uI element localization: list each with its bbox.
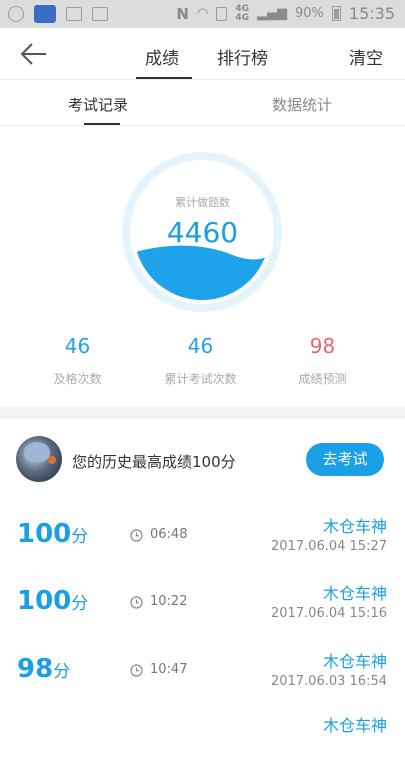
stat-score-prediction: 98 成绩预测	[255, 334, 390, 387]
app-header: 成绩 排行榜 清空	[0, 28, 405, 80]
wifi-icon: ◠	[196, 6, 209, 21]
record-duration: 10:22	[150, 594, 188, 609]
status-icons-right: N ◠ 4G 4G ▂▄▆ 90% 15:35	[176, 4, 395, 23]
sim-icon	[216, 6, 228, 21]
clock-time: 15:35	[348, 4, 395, 23]
active-tab-indicator	[136, 77, 192, 79]
clock-icon	[130, 529, 143, 542]
record-date: 2017.06.04 15:27	[270, 539, 387, 554]
exam-record-row[interactable]: 100分 10:22 木仓车神 2017.06.04 15:16	[0, 580, 405, 646]
record-duration: 10:47	[150, 662, 188, 677]
stat-label: 成绩预测	[298, 372, 347, 386]
active-subtab-indicator	[84, 123, 120, 125]
battery-icon	[331, 6, 341, 21]
network-indicator: 4G 4G	[235, 3, 249, 23]
back-arrow-icon[interactable]	[20, 41, 48, 67]
signal-icon: ▂▄▆	[256, 6, 287, 21]
record-date: 2017.06.03 16:54	[270, 674, 387, 689]
stat-value: 46	[64, 334, 91, 358]
tab-data-statistics[interactable]: 数据统计	[272, 94, 332, 115]
record-user-name: 木仓车神	[322, 584, 387, 603]
status-bar: N ◠ 4G 4G ▂▄▆ 90% 15:35	[0, 0, 405, 28]
battery-percent: 90%	[294, 6, 324, 21]
sub-tabs: 考试记录 数据统计	[0, 80, 405, 126]
stat-pass-count: 46 及格次数	[10, 334, 145, 387]
exam-record-row[interactable]: 100分 06:48 木仓车神 2017.06.04 15:27	[0, 513, 405, 579]
message-notification-icon	[92, 7, 108, 21]
status-icons-left	[8, 5, 108, 23]
record-score: 98分	[17, 654, 71, 684]
tab-ranking[interactable]: 排行榜	[217, 44, 268, 69]
section-divider	[0, 407, 405, 419]
exam-record-row[interactable]: 木仓车神	[0, 712, 405, 778]
best-score-text: 您的历史最高成绩100分	[72, 453, 236, 471]
avatar	[16, 436, 62, 482]
total-questions-value: 4460	[166, 216, 239, 249]
total-questions-label: 累计做题数	[175, 196, 230, 209]
tab-exam-records[interactable]: 考试记录	[68, 94, 128, 115]
tab-scores[interactable]: 成绩	[145, 44, 179, 69]
weather-icon	[8, 6, 24, 22]
stat-value: 98	[309, 334, 336, 358]
record-user-name: 木仓车神	[322, 716, 387, 735]
clock-icon	[130, 596, 143, 609]
record-user-name: 木仓车神	[322, 517, 387, 536]
clear-button[interactable]: 清空	[349, 44, 383, 69]
stat-label: 及格次数	[53, 372, 102, 386]
record-date: 2017.06.04 15:16	[270, 606, 387, 621]
stat-exam-count: 46 累计考试次数	[133, 334, 268, 387]
clock-icon	[130, 664, 143, 677]
record-score: 100分	[17, 586, 89, 616]
go-exam-button[interactable]: 去考试	[306, 443, 384, 476]
exam-record-row[interactable]: 98分 10:47 木仓车神 2017.06.03 16:54	[0, 648, 405, 714]
image-notification-icon	[66, 7, 82, 21]
record-duration: 06:48	[150, 527, 188, 542]
stat-value: 46	[187, 334, 214, 358]
nfc-icon: N	[176, 4, 189, 23]
record-user-name: 木仓车神	[322, 652, 387, 671]
record-score: 100分	[17, 519, 89, 549]
app-notification-icon	[34, 5, 56, 23]
stat-label: 累计考试次数	[164, 372, 237, 386]
